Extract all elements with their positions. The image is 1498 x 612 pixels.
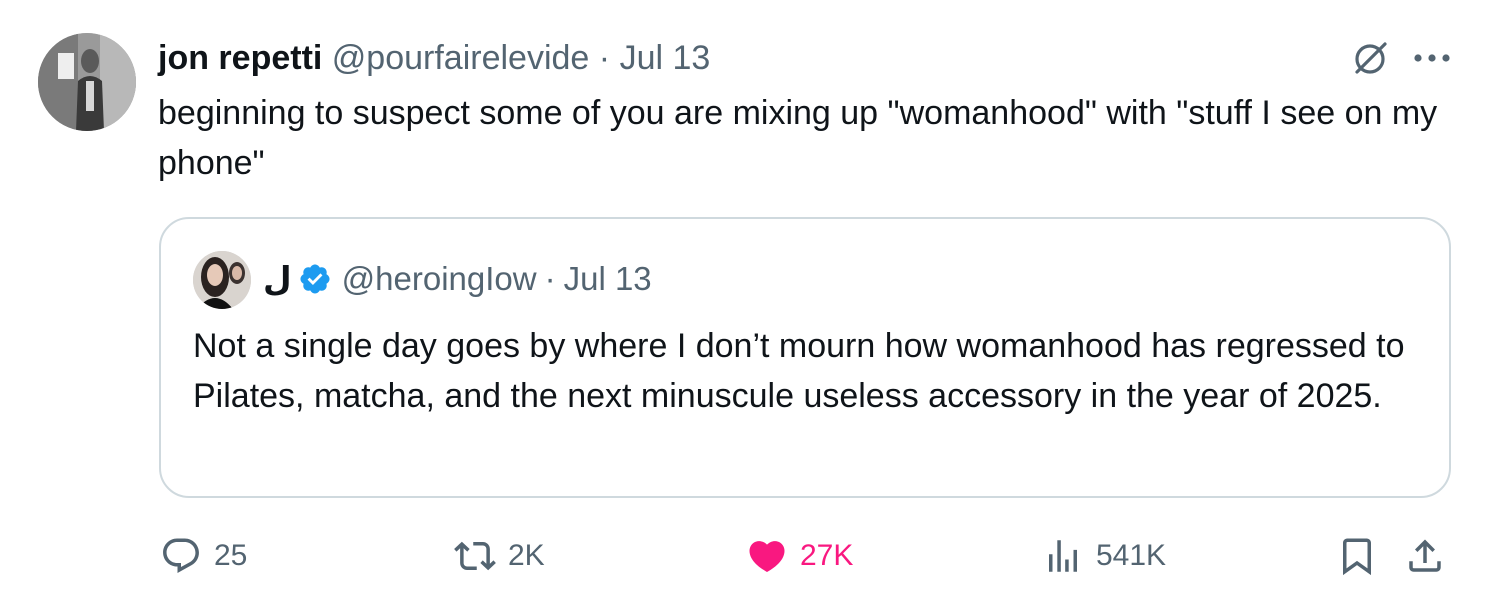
author-handle[interactable]: @pourfairelevide xyxy=(332,39,590,77)
quoted-text: Not a single day goes by where I don’t m… xyxy=(193,327,1405,415)
quoted-author-avatar[interactable] xyxy=(193,251,251,309)
quoted-header: ل @heroingIow · Jul 13 xyxy=(263,257,652,301)
quoted-author-name[interactable]: ل xyxy=(263,257,292,301)
repost-count: 2K xyxy=(508,539,545,572)
share-button[interactable] xyxy=(1404,528,1446,584)
heart-icon xyxy=(749,541,785,573)
reply-button[interactable]: 25 xyxy=(160,528,247,584)
views-icon xyxy=(1049,540,1077,572)
author-name[interactable]: jon repetti xyxy=(158,39,322,77)
reply-count: 25 xyxy=(214,539,248,572)
views-button[interactable]: 541K xyxy=(1042,528,1166,584)
tweet: jon repetti @pourfairelevide · Jul 13 be… xyxy=(0,0,1498,612)
grok-icon[interactable] xyxy=(1350,38,1390,78)
author-avatar[interactable] xyxy=(38,33,136,131)
quoted-tweet[interactable]: ل @heroingIow · Jul 13 Not a single day … xyxy=(159,217,1451,498)
bookmark-icon xyxy=(1343,538,1371,576)
views-count: 541K xyxy=(1096,539,1167,572)
bookmark-button[interactable] xyxy=(1336,528,1378,584)
like-button[interactable]: 27K xyxy=(746,528,853,584)
tweet-text: beginning to suspect some of you are mix… xyxy=(158,94,1438,182)
tweet-header: jon repetti @pourfairelevide · Jul 13 xyxy=(158,36,710,80)
share-icon xyxy=(1409,539,1441,572)
quoted-date[interactable]: Jul 13 xyxy=(564,257,652,301)
reply-icon xyxy=(163,538,199,573)
like-count: 27K xyxy=(800,539,854,572)
action-bar: 25 2K 27K 541K xyxy=(160,528,1454,584)
quoted-separator-dot: · xyxy=(544,260,556,297)
verified-badge-icon xyxy=(298,262,332,296)
separator-dot: · xyxy=(598,39,611,77)
repost-icon xyxy=(454,541,496,571)
tweet-date[interactable]: Jul 13 xyxy=(620,39,711,77)
quoted-author-handle[interactable]: @heroingIow xyxy=(342,257,537,301)
more-icon[interactable] xyxy=(1412,52,1452,64)
repost-button[interactable]: 2K xyxy=(454,528,545,584)
top-icons xyxy=(1350,38,1452,78)
